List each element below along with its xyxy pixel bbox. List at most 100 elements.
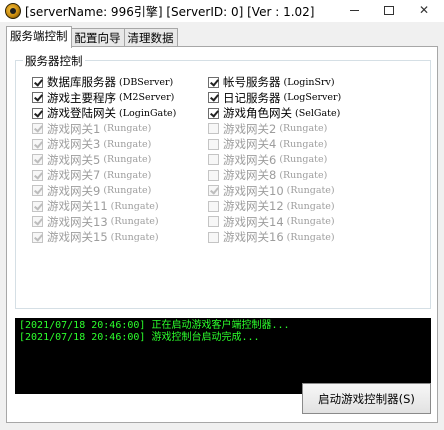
checkbox-sublabel: (Rungate) bbox=[110, 231, 159, 243]
checkbox-13: 游戏网关7 (Rungate) bbox=[32, 168, 151, 182]
checkbox-sublabel: (DBServer) bbox=[119, 76, 174, 88]
maximize-button[interactable] bbox=[375, 0, 403, 20]
log-line: [2021/07/18 20:46:00] 正在启动游戏客户端控制器... bbox=[19, 320, 290, 331]
checkbox-sublabel: (Rungate) bbox=[110, 200, 159, 212]
checkbox-19: 游戏网关13 (Rungate) bbox=[32, 215, 159, 229]
checkmark-icon bbox=[32, 185, 43, 196]
checkbox-label: 游戏网关14 bbox=[223, 214, 284, 229]
window-title: [serverName: 996引擎] [ServerID: 0] [Ver :… bbox=[25, 5, 315, 19]
checkbox-4[interactable]: 日记服务器 (LogServer) bbox=[208, 91, 341, 105]
checkbox-label: 数据库服务器 bbox=[47, 75, 116, 89]
checkbox-label: 游戏网关7 bbox=[47, 168, 101, 182]
checkbox-sublabel: (SelGate) bbox=[295, 107, 341, 119]
checkbox-14: 游戏网关8 (Rungate) bbox=[208, 168, 327, 182]
tab-server-control[interactable]: 服务端控制 bbox=[6, 26, 72, 48]
app-logo-icon bbox=[5, 3, 21, 19]
checkbox-sublabel: (LoginGate) bbox=[119, 107, 177, 119]
checkbox-label: 游戏网关13 bbox=[47, 214, 108, 229]
checkbox-sublabel: (Rungate) bbox=[103, 123, 152, 134]
checkbox-10: 游戏网关4 (Rungate) bbox=[208, 137, 327, 151]
checkbox-box bbox=[208, 169, 219, 181]
tab-config-wizard[interactable]: 配置向导 bbox=[70, 28, 125, 47]
checkmark-icon bbox=[32, 231, 43, 243]
checkmark-icon bbox=[32, 200, 43, 212]
checkbox-sublabel: (Rungate) bbox=[103, 138, 152, 150]
checkbox-label: 游戏网关15 bbox=[47, 230, 108, 244]
checkbox-18: 游戏网关12 (Rungate) bbox=[208, 199, 335, 213]
server-control-group: 服务器控制 数据库服务器 (DBServer) 帐号服务器 (LoginSrv) 游戏主… bbox=[15, 53, 431, 309]
checkbox-1[interactable]: 数据库服务器 (DBServer) bbox=[32, 75, 173, 89]
checkmark-icon bbox=[32, 154, 43, 165]
checkbox-7: 游戏网关1 (Rungate) bbox=[32, 122, 151, 136]
close-button[interactable]: ✕ bbox=[410, 0, 438, 20]
tab-bar: 服务端控制 配置向导 清理数据 bbox=[6, 26, 178, 48]
checkbox-sublabel: (Rungate) bbox=[279, 169, 328, 181]
checkbox-box bbox=[208, 154, 219, 165]
checkbox-sublabel: (Rungate) bbox=[103, 154, 152, 165]
checkbox-17: 游戏网关11 (Rungate) bbox=[32, 199, 159, 213]
group-legend: 服务器控制 bbox=[23, 53, 85, 69]
checkbox-box bbox=[208, 200, 219, 212]
checkmark-icon bbox=[32, 138, 43, 150]
checkmark-icon bbox=[32, 123, 43, 134]
minimize-icon bbox=[349, 9, 359, 11]
checkmark-icon bbox=[208, 185, 219, 196]
checkmark-icon[interactable] bbox=[32, 107, 43, 119]
checkmark-icon[interactable] bbox=[32, 76, 43, 88]
checkbox-box bbox=[208, 216, 219, 227]
checkbox-label: 游戏网关1 bbox=[47, 121, 101, 136]
checkmark-icon[interactable] bbox=[208, 92, 219, 103]
maximize-icon bbox=[384, 5, 394, 15]
checkbox-sublabel: (Rungate) bbox=[286, 200, 335, 212]
checkbox-8: 游戏网关2 (Rungate) bbox=[208, 122, 327, 136]
checkbox-label: 游戏网关10 bbox=[223, 183, 284, 198]
checkbox-box bbox=[208, 138, 219, 150]
checkbox-sublabel: (Rungate) bbox=[286, 231, 335, 243]
checkbox-5[interactable]: 游戏登陆网关 (LoginGate) bbox=[32, 106, 176, 120]
checkbox-16: 游戏网关10 (Rungate) bbox=[208, 184, 335, 198]
checkbox-label: 游戏网关16 bbox=[223, 230, 284, 244]
checkbox-sublabel: (Rungate) bbox=[103, 185, 152, 196]
checkbox-sublabel: (Rungate) bbox=[103, 169, 152, 181]
checkbox-label: 游戏网关6 bbox=[223, 152, 277, 167]
checkmark-icon[interactable] bbox=[208, 76, 219, 88]
checkbox-2[interactable]: 帐号服务器 (LoginSrv) bbox=[208, 75, 335, 89]
checkmark-icon bbox=[32, 216, 43, 227]
minimize-button[interactable] bbox=[340, 0, 368, 20]
title-bar: [serverName: 996引擎] [ServerID: 0] [Ver :… bbox=[0, 0, 444, 22]
checkbox-22: 游戏网关16 (Rungate) bbox=[208, 230, 335, 244]
checkbox-3[interactable]: 游戏主要程序 (M2Server) bbox=[32, 91, 174, 105]
checkbox-9: 游戏网关3 (Rungate) bbox=[32, 137, 151, 151]
checkbox-label: 帐号服务器 bbox=[223, 75, 281, 89]
checkbox-label: 游戏网关5 bbox=[47, 152, 101, 167]
checkbox-label: 游戏网关3 bbox=[47, 137, 101, 151]
checkbox-20: 游戏网关14 (Rungate) bbox=[208, 215, 335, 229]
checkmark-icon[interactable] bbox=[208, 107, 219, 119]
checkbox-label: 游戏网关2 bbox=[223, 121, 277, 136]
checkbox-sublabel: (Rungate) bbox=[279, 123, 328, 134]
checkbox-sublabel: (Rungate) bbox=[279, 154, 328, 165]
checkbox-sublabel: (Rungate) bbox=[286, 216, 335, 227]
checkmark-icon bbox=[32, 169, 43, 181]
log-line: [2021/07/18 20:46:00] 游戏控制台启动完成... bbox=[19, 332, 260, 343]
checkbox-sublabel: (Rungate) bbox=[286, 185, 335, 196]
checkbox-label: 游戏网关11 bbox=[47, 199, 108, 213]
checkbox-label: 游戏网关4 bbox=[223, 137, 277, 151]
close-icon: ✕ bbox=[418, 3, 430, 17]
checkbox-12: 游戏网关6 (Rungate) bbox=[208, 153, 327, 167]
checkbox-sublabel: (M2Server) bbox=[119, 92, 175, 103]
checkbox-sublabel: (LogServer) bbox=[283, 92, 342, 103]
checkbox-label: 游戏网关9 bbox=[47, 183, 101, 198]
tab-panel-server-control: 服务器控制 数据库服务器 (DBServer) 帐号服务器 (LoginSrv) 游戏主… bbox=[6, 46, 438, 423]
checkbox-sublabel: (Rungate) bbox=[110, 216, 159, 227]
checkbox-15: 游戏网关9 (Rungate) bbox=[32, 184, 151, 198]
checkbox-11: 游戏网关5 (Rungate) bbox=[32, 153, 151, 167]
checkbox-box bbox=[208, 231, 219, 243]
checkbox-label: 游戏网关8 bbox=[223, 168, 277, 182]
tab-clean-data[interactable]: 清理数据 bbox=[123, 28, 178, 47]
checkbox-box bbox=[208, 123, 219, 134]
start-controller-button[interactable]: 启动游戏控制器(S) bbox=[302, 383, 431, 414]
checkmark-icon[interactable] bbox=[32, 92, 43, 103]
checkbox-label: 游戏登陆网关 bbox=[47, 106, 116, 120]
checkbox-6[interactable]: 游戏角色网关 (SelGate) bbox=[208, 106, 340, 120]
